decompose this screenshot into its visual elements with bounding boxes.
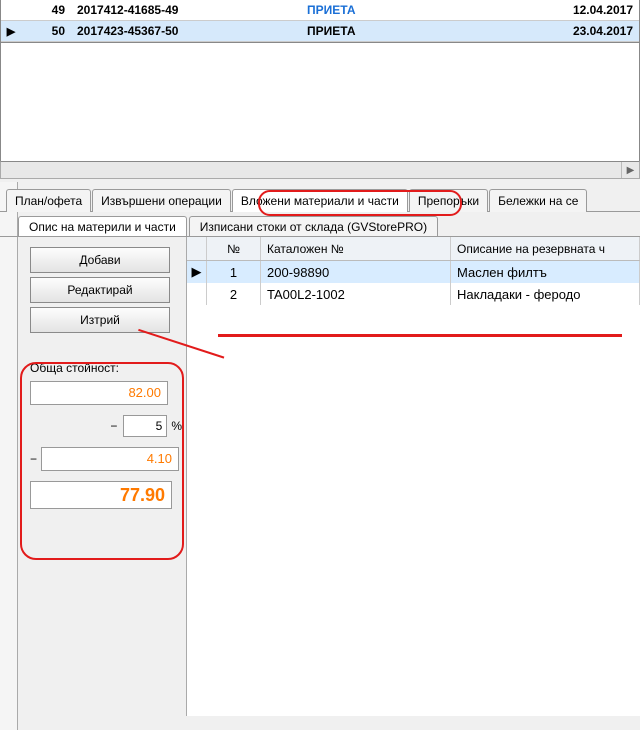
horizontal-scrollbar[interactable]: ▶ [0,161,640,179]
discount-amt-field[interactable]: 4.10 [41,447,179,471]
tab-materials[interactable]: Вложени материали и части [232,189,408,212]
cell-desc: Маслен филтъ [451,261,640,283]
totals-block: Обща стойност: 82.00 − 5 % − 4.10 77.90 [30,361,190,509]
order-date: 12.04.2017 [431,3,639,17]
order-number: 50 [21,24,71,38]
discount-pct-field[interactable]: 5 [123,415,167,437]
parts-row[interactable]: ▶ 1 200-98890 Маслен филтъ [187,261,640,283]
orders-row[interactable]: ▶ 50 2017423-45367-50 ПРИЕТА 23.04.2017 [1,21,639,42]
cell-n: 1 [207,261,261,283]
order-status: ПРИЕТА [301,24,431,38]
col-n[interactable]: № [207,237,261,260]
annotation-underline-icon [218,334,622,337]
sub-tabs: Опис на материли и части Изписани стоки … [0,216,640,237]
detail-panel: План/офета Извършени операции Вложени ма… [0,179,640,716]
delete-button[interactable]: Изтрий [30,307,170,333]
scroll-right-icon[interactable]: ▶ [621,162,639,178]
row-indicator-icon [187,283,207,305]
tab-notes[interactable]: Бележки на се [489,189,587,212]
tab-recommendations[interactable]: Препоръки [409,189,488,212]
parts-grid: № Каталожен № Описание на резервната ч ▶… [186,237,640,716]
parts-row[interactable]: 2 TA00L2-1002 Накладаки - феродо [187,283,640,305]
tab-plan[interactable]: План/офета [6,189,91,212]
cell-catalog: 200-98890 [261,261,451,283]
order-date: 23.04.2017 [431,24,639,38]
cell-catalog: TA00L2-1002 [261,283,451,305]
order-doc: 2017423-45367-50 [71,24,301,38]
order-status: ПРИЕТА [301,3,431,17]
subtab-store-issued[interactable]: Изписани стоки от склада (GVStorePRO) [189,216,438,237]
minus-icon: − [30,452,37,466]
grid-empty-area [0,43,640,161]
tab-operations[interactable]: Извършени операции [92,189,231,212]
add-button[interactable]: Добави [30,247,170,273]
col-desc[interactable]: Описание на резервната ч [451,237,640,260]
subtab-parts-list[interactable]: Опис на материли и части [18,216,187,237]
order-doc: 2017412-41685-49 [71,3,301,17]
parts-header: № Каталожен № Описание на резервната ч [187,237,640,261]
row-indicator-icon: ▶ [187,261,207,283]
cell-desc: Накладаки - феродо [451,283,640,305]
edit-button[interactable]: Редактирай [30,277,170,303]
main-tabs: План/офета Извършени операции Вложени ма… [0,189,640,212]
left-controls: Добави Редактирай Изтрий Обща стойност: … [0,237,186,716]
row-indicator-icon: ▶ [1,25,21,38]
orders-row[interactable]: 49 2017412-41685-49 ПРИЕТА 12.04.2017 [1,0,639,21]
cell-n: 2 [207,283,261,305]
col-catalog[interactable]: Каталожен № [261,237,451,260]
total-field: 77.90 [30,481,172,509]
subtotal-field[interactable]: 82.00 [30,381,168,405]
percent-label: % [171,419,182,433]
orders-grid: 49 2017412-41685-49 ПРИЕТА 12.04.2017 ▶ … [0,0,640,43]
minus-icon: − [110,419,117,433]
order-number: 49 [21,3,71,17]
